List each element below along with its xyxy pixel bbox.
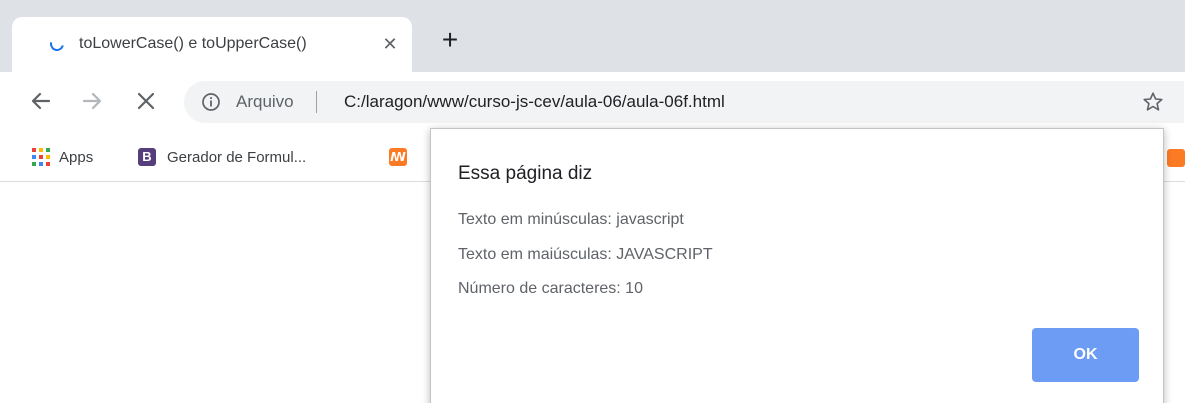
- bookmark-gerador[interactable]: B Gerador de Formul...: [138, 145, 306, 169]
- toolbar: Arquivo C:/laragon/www/curso-js-cev/aula…: [0, 72, 1185, 134]
- bookmark-star-icon[interactable]: [1141, 90, 1165, 114]
- bookmark-apps[interactable]: Apps: [32, 145, 93, 169]
- close-icon: [137, 92, 155, 110]
- origin-label: Arquivo: [236, 92, 294, 111]
- bookmark-label: Gerador de Formul...: [167, 148, 307, 166]
- arrow-right-icon: [82, 92, 102, 110]
- tab-close-icon[interactable]: ✕: [378, 32, 402, 56]
- browser-window: toLowerCase() e toUpperCase() ✕ + Arquiv…: [0, 0, 1185, 403]
- ok-button[interactable]: OK: [1032, 328, 1139, 382]
- dialog-message-line: Texto em maiúsculas: JAVASCRIPT: [458, 246, 713, 263]
- url-text[interactable]: C:/laragon/www/curso-js-cev/aula-06/aula…: [344, 92, 725, 112]
- apps-grid-icon: [32, 148, 50, 166]
- back-button[interactable]: [26, 86, 56, 116]
- arrow-left-icon: [31, 92, 51, 110]
- address-bar[interactable]: Arquivo C:/laragon/www/curso-js-cev/aula…: [184, 81, 1184, 123]
- dialog-title: Essa página diz: [458, 163, 593, 184]
- bootstrap-icon: B: [138, 148, 156, 166]
- tab-strip: toLowerCase() e toUpperCase() ✕ +: [0, 0, 1185, 72]
- stop-loading-button[interactable]: [131, 86, 161, 116]
- bookmark-xampp[interactable]: ꟿ: [389, 145, 407, 169]
- info-icon[interactable]: [201, 92, 221, 112]
- bookmark-label: Apps: [59, 148, 94, 166]
- tab-title: toLowerCase() e toUpperCase(): [79, 35, 307, 52]
- loading-spinner-icon: [47, 34, 67, 54]
- dialog-message-line: Texto em minúsculas: javascript: [458, 211, 684, 228]
- xampp-icon: ꟿ: [389, 148, 407, 166]
- xampp-icon[interactable]: [1167, 149, 1185, 167]
- forward-button[interactable]: [77, 86, 107, 116]
- dialog-message-line: Número de caracteres: 10: [458, 280, 643, 297]
- omnibox-divider: [316, 91, 317, 113]
- new-tab-icon[interactable]: +: [436, 26, 464, 55]
- tab-active[interactable]: toLowerCase() e toUpperCase() ✕: [12, 17, 412, 72]
- alert-dialog: Essa página diz Texto em minúsculas: jav…: [430, 128, 1164, 403]
